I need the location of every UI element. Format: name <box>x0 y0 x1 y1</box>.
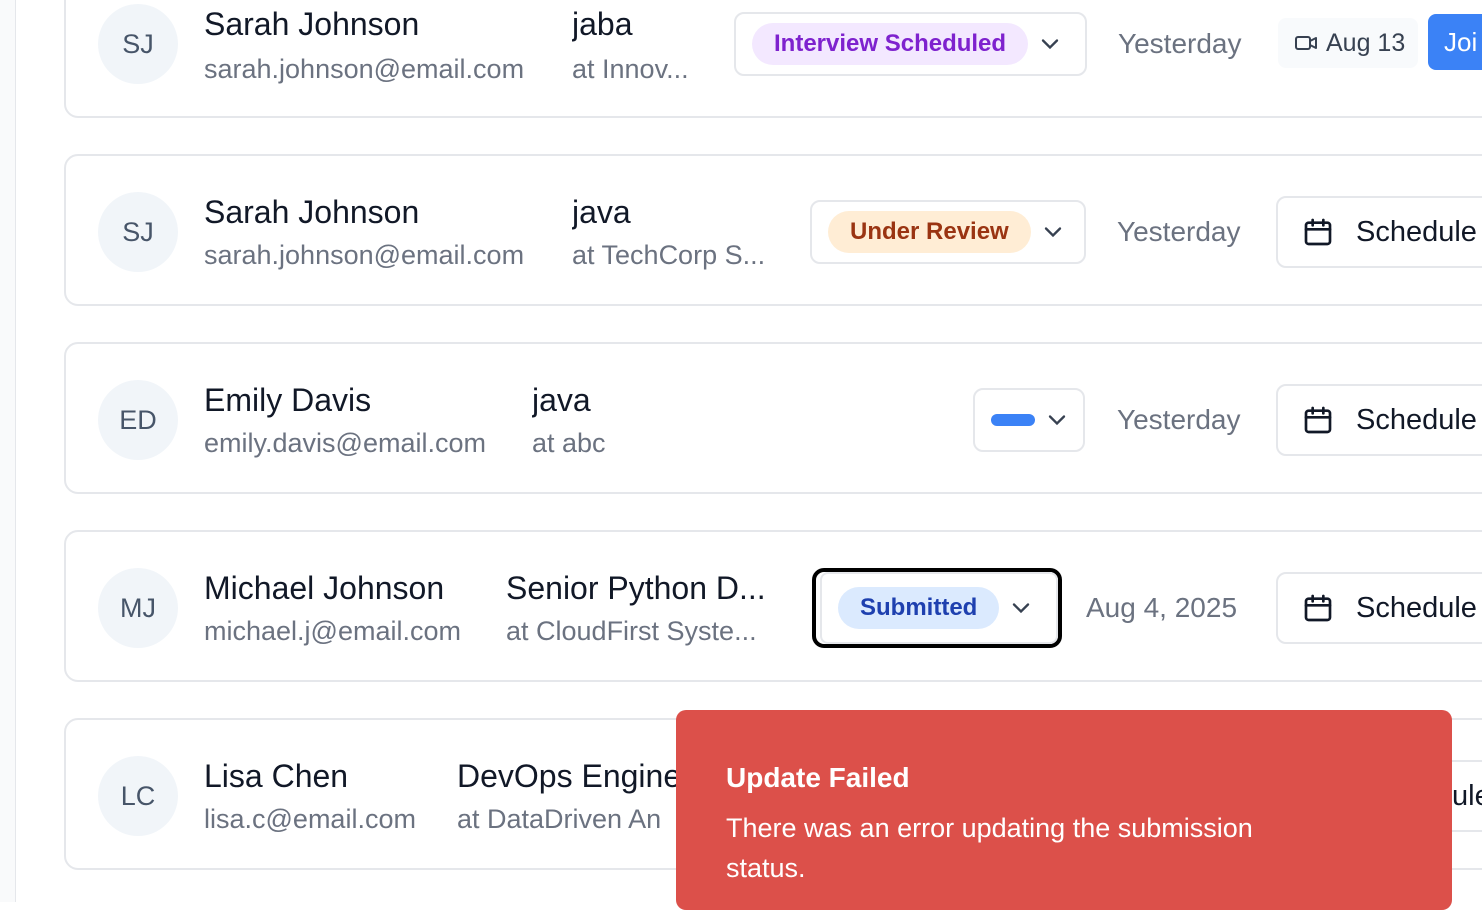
submitted-date: Yesterday <box>1117 216 1241 247</box>
toast-title: Update Failed <box>726 762 910 793</box>
candidate-name: Michael Johnson <box>204 570 445 606</box>
candidate-name: Emily Davis <box>204 382 372 418</box>
status-badge: Submitted <box>838 587 1000 629</box>
candidate-email: emily.davis@email.com <box>204 428 486 458</box>
schedule-label: Schedule <box>1356 215 1477 248</box>
candidate-name: Lisa Chen <box>204 758 349 794</box>
calendar-icon <box>1302 404 1334 436</box>
error-toast[interactable]: Update Failed There was an error updatin… <box>676 710 1452 910</box>
status-badge: Interview Scheduled <box>752 23 1029 65</box>
submission-row[interactable]: ED Emily Davis emily.davis@email.com jav… <box>64 342 1482 494</box>
status-badge: Under Review <box>828 211 1031 253</box>
interview-date: Aug 13 <box>1326 28 1406 57</box>
candidate-name: Sarah Johnson <box>204 6 420 42</box>
job-title: DevOps Engine <box>457 758 682 794</box>
avatar: ED <box>98 380 178 460</box>
avatar: SJ <box>98 4 178 84</box>
submitted-date: Yesterday <box>1117 404 1241 435</box>
company-name: at CloudFirst Syste... <box>506 616 757 646</box>
avatar: SJ <box>98 192 178 272</box>
schedule-button[interactable]: Schedule <box>1276 384 1482 456</box>
interview-date-chip[interactable]: Aug 13 <box>1278 18 1418 68</box>
video-icon <box>1294 31 1318 55</box>
submitted-date: Yesterday <box>1118 28 1242 59</box>
status-select[interactable] <box>973 388 1085 452</box>
status-select[interactable]: Interview Scheduled <box>734 12 1087 76</box>
avatar: LC <box>98 756 178 836</box>
chevron-down-icon <box>1007 594 1035 622</box>
schedule-label: Schedule <box>1356 591 1477 624</box>
submission-row[interactable]: SJ Sarah Johnson sarah.johnson@email.com… <box>64 0 1482 118</box>
schedule-button[interactable]: Schedule <box>1276 196 1482 268</box>
candidate-name: Sarah Johnson <box>204 194 420 230</box>
status-select-inner[interactable]: Submitted <box>820 572 1058 644</box>
chevron-down-icon <box>1036 30 1064 58</box>
job-title: jaba <box>572 6 633 42</box>
job-title: java <box>532 382 591 418</box>
chevron-down-icon <box>1043 406 1071 434</box>
toast-message: There was an error updating the submissi… <box>726 813 1253 883</box>
schedule-label: ule <box>1452 779 1482 812</box>
company-name: at Innov... <box>572 54 689 84</box>
status-select[interactable]: Under Review <box>810 200 1086 264</box>
avatar: MJ <box>98 568 178 648</box>
candidate-email: sarah.johnson@email.com <box>204 54 525 84</box>
candidate-email: sarah.johnson@email.com <box>204 240 525 270</box>
schedule-button[interactable]: Schedule <box>1276 572 1482 644</box>
calendar-icon <box>1302 592 1334 624</box>
status-select[interactable]: Submitted <box>812 568 1062 648</box>
chevron-down-icon <box>1039 218 1067 246</box>
join-interview-button[interactable]: Joi <box>1428 14 1482 70</box>
schedule-label: Schedule <box>1356 403 1477 436</box>
company-name: at TechCorp S... <box>572 240 766 270</box>
status-badge-empty <box>991 414 1035 426</box>
job-title: java <box>572 194 631 230</box>
candidate-email: lisa.c@email.com <box>204 804 416 834</box>
company-name: at abc <box>532 428 606 458</box>
calendar-icon <box>1302 216 1334 248</box>
company-name: at DataDriven An <box>457 804 662 834</box>
job-title: Senior Python D... <box>506 570 766 606</box>
submission-row[interactable]: MJ Michael Johnson michael.j@email.com S… <box>64 530 1482 682</box>
submission-row[interactable]: SJ Sarah Johnson sarah.johnson@email.com… <box>64 154 1482 306</box>
candidate-email: michael.j@email.com <box>204 616 461 646</box>
left-rail <box>0 0 16 902</box>
submitted-date: Aug 4, 2025 <box>1086 592 1238 623</box>
